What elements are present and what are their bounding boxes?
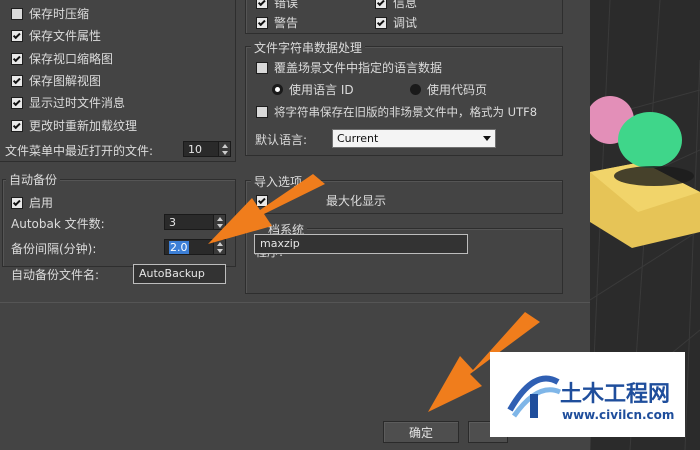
check-icon [257,17,266,26]
checkbox-save-viewport-thumbnail[interactable]: 保存视口缩略图 [11,50,113,67]
checkbox-label: 信息 [393,0,418,10]
checkbox-box[interactable] [11,74,23,87]
checkbox-box[interactable] [256,16,268,29]
checkbox-show-outdated-message[interactable]: 显示过时文件消息 [11,94,125,111]
checkbox-autobackup-enable[interactable]: 启用 [11,194,53,211]
checkbox-box[interactable] [256,0,268,9]
checkbox-label: 错误 [274,0,299,10]
check-icon [12,197,21,206]
checkbox-label: 警告 [274,16,299,30]
spinner-value[interactable]: 2.0 [165,240,213,254]
teapot-object[interactable] [618,112,682,168]
checkbox-label: 保存时压缩 [29,7,90,21]
check-icon [12,30,21,39]
check-icon [376,0,385,6]
checkbox-log-debug[interactable]: 调试 [375,14,417,31]
autobackup-title: 自动备份 [6,171,61,188]
backup-filename-label: 自动备份文件名: [11,268,100,282]
checkbox-label: 启用 [29,196,54,210]
checkbox-log-error[interactable]: 错误 [256,0,298,11]
spinner-down-icon[interactable] [214,247,225,254]
spinner-value[interactable]: 3 [165,216,213,229]
spinner-up-icon[interactable] [219,142,230,149]
program-input[interactable]: maxzip [254,234,468,254]
spinner-arrows[interactable] [213,215,225,229]
default-language-dropdown[interactable]: Current [332,129,496,148]
autobak-count-spinner[interactable]: 3 [164,214,226,230]
spinner-down-icon[interactable] [214,222,225,229]
spinner-value[interactable]: 10 [184,143,218,156]
spinner-up-icon[interactable] [214,215,225,222]
checkbox-label: 最大化显示 [326,194,387,208]
radio-use-language-id[interactable]: 使用语言 ID [272,81,354,98]
teapot-shadow [614,166,694,186]
checkbox-label: 保存文件属性 [29,29,102,43]
checkbox-box[interactable] [11,196,23,209]
checkbox-box[interactable] [256,194,268,207]
checkbox-label: 更改时重新加载纹理 [29,119,138,133]
checkbox-label: 保存图解视图 [29,74,102,88]
panel-divider [0,302,590,303]
ok-button[interactable]: 确定 [383,421,459,443]
check-icon [376,17,385,26]
checkbox-box[interactable] [375,16,387,29]
spinner-arrows[interactable] [213,240,225,254]
radio-label: 使用语言 ID [289,83,354,97]
checkbox-box[interactable] [11,52,23,65]
backup-interval-label: 备份间隔(分钟): [11,242,97,256]
spinner-down-icon[interactable] [219,149,230,156]
checkbox-box[interactable] [375,0,387,9]
checkbox-label: 显示过时文件消息 [29,96,126,110]
string-data-title: 文件字符串数据处理 [251,39,366,56]
checkbox-legacy-utf8[interactable]: 将字符串保存在旧版的非场景文件中，格式为 UTF8 [256,104,537,120]
logo-url: www.civilcn.com [562,408,675,422]
checkbox-override-language[interactable]: 覆盖场景文件中指定的语言数据 [256,59,442,76]
radio-dot-icon[interactable] [410,84,421,95]
checkbox-label: 覆盖场景文件中指定的语言数据 [274,61,443,75]
radio-label: 使用代码页 [427,83,488,97]
check-icon [12,75,21,84]
checkbox-box[interactable] [11,96,23,109]
checkbox-save-compressed[interactable]: 保存时压缩 [11,5,89,22]
logo-emblem-icon [507,375,562,418]
checkbox-label: 调试 [393,16,418,30]
dropdown-value[interactable]: Current [337,132,483,145]
check-icon [12,97,21,106]
checkbox-box[interactable] [256,106,268,118]
check-icon [257,0,266,6]
backup-filename-input[interactable]: AutoBackup [133,264,226,284]
recent-files-label: 文件菜单中最近打开的文件: [5,144,154,158]
check-icon [12,120,21,129]
autobak-count-label: Autobak 文件数: [11,217,105,231]
backup-interval-spinner[interactable]: 2.0 [164,239,226,255]
watermark-logo: 土木工程网 www.civilcn.com [490,352,685,437]
checkbox-log-info[interactable]: 信息 [375,0,417,11]
checkbox-save-schematic-view[interactable]: 保存图解视图 [11,72,101,89]
checkbox-box[interactable] [256,61,268,74]
checkbox-box[interactable] [11,29,23,42]
recent-files-spinner[interactable]: 10 [183,141,231,157]
radio-dot-icon[interactable] [272,84,283,95]
checkbox-log-warning[interactable]: 警告 [256,14,298,31]
checkbox-save-file-properties[interactable]: 保存文件属性 [11,27,101,44]
checkbox-label: 保存视口缩略图 [29,52,114,66]
checkbox-reload-textures[interactable]: 更改时重新加载纹理 [11,117,137,134]
default-language-label: 默认语言: [255,133,308,147]
logo-name: 土木工程网 [560,382,671,407]
spinner-selected-text[interactable]: 2.0 [169,240,189,254]
import-options-title: 导入选项 [251,173,306,190]
spinner-arrows[interactable] [218,142,230,156]
radio-use-codepage[interactable]: 使用代码页 [410,81,487,98]
checkbox-box[interactable] [11,7,23,20]
check-icon [12,53,21,62]
checkbox-box[interactable] [11,119,23,132]
chevron-down-icon[interactable] [483,136,491,141]
checkbox-label: 将字符串保存在旧版的非场景文件中，格式为 UTF8 [274,105,538,119]
checkbox-zoom-extents-on-import[interactable]: 最大化显示 [256,192,386,209]
spinner-up-icon[interactable] [214,240,225,247]
check-icon [257,195,266,204]
